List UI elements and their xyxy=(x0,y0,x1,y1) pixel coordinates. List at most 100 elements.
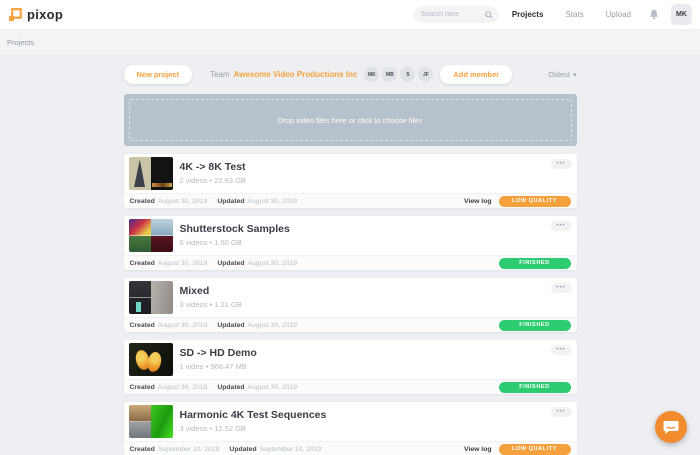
more-options-icon[interactable]: ••• xyxy=(550,221,572,231)
project-card-main: Mixed 3 videos • 1.21 GB ••• xyxy=(124,278,577,317)
chat-icon xyxy=(663,420,679,434)
status-badge: FINISHED xyxy=(498,257,571,269)
project-card-footer: Created August 30, 2019 Updated August 3… xyxy=(123,255,577,270)
project-card-main: Harmonic 4K Test Sequences 3 videos • 12… xyxy=(124,402,577,441)
search-icon xyxy=(485,10,493,19)
updated-date: August 30, 2019 xyxy=(247,197,298,205)
footer-right: View log LOW QUALITY xyxy=(464,195,571,207)
project-title[interactable]: Mixed xyxy=(180,285,242,297)
member-avatar[interactable]: JF xyxy=(418,67,434,82)
created-label: Created xyxy=(129,197,155,205)
footer-right: FINISHED xyxy=(498,381,571,393)
project-card-text: 4K -> 8K Test 2 videos • 22.63 GB xyxy=(180,157,246,190)
created-date: August 30, 2019 xyxy=(157,259,208,267)
updated-date: August 30, 2019 xyxy=(247,259,298,267)
view-log-link[interactable]: View log xyxy=(464,446,491,453)
nav-item-projects[interactable]: Projects xyxy=(512,10,544,19)
file-dropzone[interactable]: Drop video files here or click to choose… xyxy=(123,94,577,146)
more-options-icon[interactable]: ••• xyxy=(550,159,572,169)
dropzone-text: Drop video files here or click to choose… xyxy=(277,115,423,125)
project-title[interactable]: Shutterstock Samples xyxy=(180,223,290,235)
member-avatar[interactable]: MK xyxy=(364,67,380,82)
project-meta: 3 videos • 12.52 GB xyxy=(179,424,246,433)
status-badge: FINISHED xyxy=(498,319,571,331)
project-card-footer: Created August 30, 2019 Updated August 3… xyxy=(123,379,577,394)
created-label: Created xyxy=(129,321,155,329)
projects-toolbar: New project Team Awesome Video Productio… xyxy=(123,64,577,85)
main-nav: Projects Stats Upload xyxy=(512,10,631,19)
nav-item-stats[interactable]: Stats xyxy=(565,10,583,19)
updated-label: Updated xyxy=(217,259,245,267)
project-card[interactable]: Harmonic 4K Test Sequences 3 videos • 12… xyxy=(123,402,577,455)
project-card-footer: Created August 30, 2019 Updated August 3… xyxy=(123,317,577,332)
created-label: Created xyxy=(129,259,155,267)
add-member-button[interactable]: Add member xyxy=(440,65,513,84)
more-options-icon[interactable]: ••• xyxy=(550,407,572,417)
member-avatar[interactable]: MB xyxy=(382,67,398,82)
project-thumbnail[interactable] xyxy=(128,281,173,314)
project-meta: 2 videos • 22.63 GB xyxy=(179,176,246,185)
notifications-bell-icon[interactable] xyxy=(649,9,659,20)
created-date: August 30, 2019 xyxy=(157,321,208,329)
project-meta: 6 videos • 1.90 GB xyxy=(179,238,242,247)
team-group: Team Awesome Video Productions Inc MK MB… xyxy=(210,65,513,84)
footer-right: View log LOW QUALITY xyxy=(464,443,571,455)
new-project-button[interactable]: New project xyxy=(123,65,193,84)
updated-label: Updated xyxy=(229,445,257,453)
project-thumbnail[interactable] xyxy=(128,157,173,190)
project-card[interactable]: Mixed 3 videos • 1.21 GB ••• Created Aug… xyxy=(123,278,577,332)
view-log-link[interactable]: View log xyxy=(464,198,491,205)
project-card-footer: Created August 30, 2019 Updated August 3… xyxy=(123,193,577,208)
updated-date: August 30, 2019 xyxy=(247,383,298,391)
project-card[interactable]: SD -> HD Demo 1 video • 966.47 MB ••• Cr… xyxy=(123,340,577,394)
breadcrumb[interactable]: Projects xyxy=(7,38,34,47)
project-thumbnail[interactable] xyxy=(128,219,173,252)
project-thumbnail[interactable] xyxy=(128,405,173,438)
updated-label: Updated xyxy=(217,383,245,391)
sort-label: Oldest xyxy=(548,70,570,79)
pixop-logo-icon xyxy=(9,7,22,21)
updated-label: Updated xyxy=(217,197,245,205)
project-card-text: Mixed 3 videos • 1.21 GB xyxy=(180,281,242,314)
project-title[interactable]: Harmonic 4K Test Sequences xyxy=(180,409,327,421)
status-badge: LOW QUALITY xyxy=(498,195,571,207)
top-navbar: pixop Projects Stats Upload MK xyxy=(0,0,700,30)
pixop-logo[interactable]: pixop xyxy=(8,7,63,22)
chat-launcher-button[interactable] xyxy=(655,411,687,443)
project-meta: 3 videos • 1.21 GB xyxy=(179,300,242,309)
project-card-main: 4K -> 8K Test 2 videos • 22.63 GB ••• xyxy=(124,154,577,193)
team-label: Team xyxy=(210,70,230,79)
project-card-footer: Created September 10, 2019 Updated Septe… xyxy=(123,441,577,455)
project-card-text: Harmonic 4K Test Sequences 3 videos • 12… xyxy=(180,405,327,438)
nav-item-upload[interactable]: Upload xyxy=(606,10,631,19)
project-card-main: Shutterstock Samples 6 videos • 1.90 GB … xyxy=(124,216,577,255)
team-member-avatars: MK MB S JF xyxy=(364,67,434,82)
user-avatar[interactable]: MK xyxy=(671,4,692,25)
project-thumbnail[interactable] xyxy=(128,343,173,376)
logo-text: pixop xyxy=(27,7,64,22)
project-meta: 1 video • 966.47 MB xyxy=(179,362,247,371)
project-card-main: SD -> HD Demo 1 video • 966.47 MB ••• xyxy=(124,340,577,379)
content-area: New project Team Awesome Video Productio… xyxy=(123,64,577,455)
created-date: August 30, 2019 xyxy=(157,197,208,205)
updated-date: September 10, 2019 xyxy=(259,445,322,453)
created-date: September 10, 2019 xyxy=(157,445,220,453)
team-name-link[interactable]: Awesome Video Productions Inc xyxy=(234,70,358,79)
status-badge: LOW QUALITY xyxy=(498,443,571,455)
footer-right: FINISHED xyxy=(498,257,571,269)
created-label: Created xyxy=(129,445,155,453)
project-title[interactable]: SD -> HD Demo xyxy=(180,347,257,359)
more-options-icon[interactable]: ••• xyxy=(550,283,572,293)
more-options-icon[interactable]: ••• xyxy=(550,345,572,355)
project-title[interactable]: 4K -> 8K Test xyxy=(180,161,246,173)
search-input[interactable] xyxy=(420,11,481,18)
project-card[interactable]: 4K -> 8K Test 2 videos • 22.63 GB ••• Cr… xyxy=(123,154,577,208)
member-avatar[interactable]: S xyxy=(400,67,416,82)
project-card[interactable]: Shutterstock Samples 6 videos • 1.90 GB … xyxy=(123,216,577,270)
sort-dropdown[interactable]: Oldest ▾ xyxy=(548,70,576,79)
created-date: August 30, 2019 xyxy=(157,383,208,391)
project-card-text: Shutterstock Samples 6 videos • 1.90 GB xyxy=(180,219,290,252)
project-card-text: SD -> HD Demo 1 video • 966.47 MB xyxy=(180,343,257,376)
search-box[interactable] xyxy=(413,6,498,23)
status-badge: FINISHED xyxy=(498,381,571,393)
